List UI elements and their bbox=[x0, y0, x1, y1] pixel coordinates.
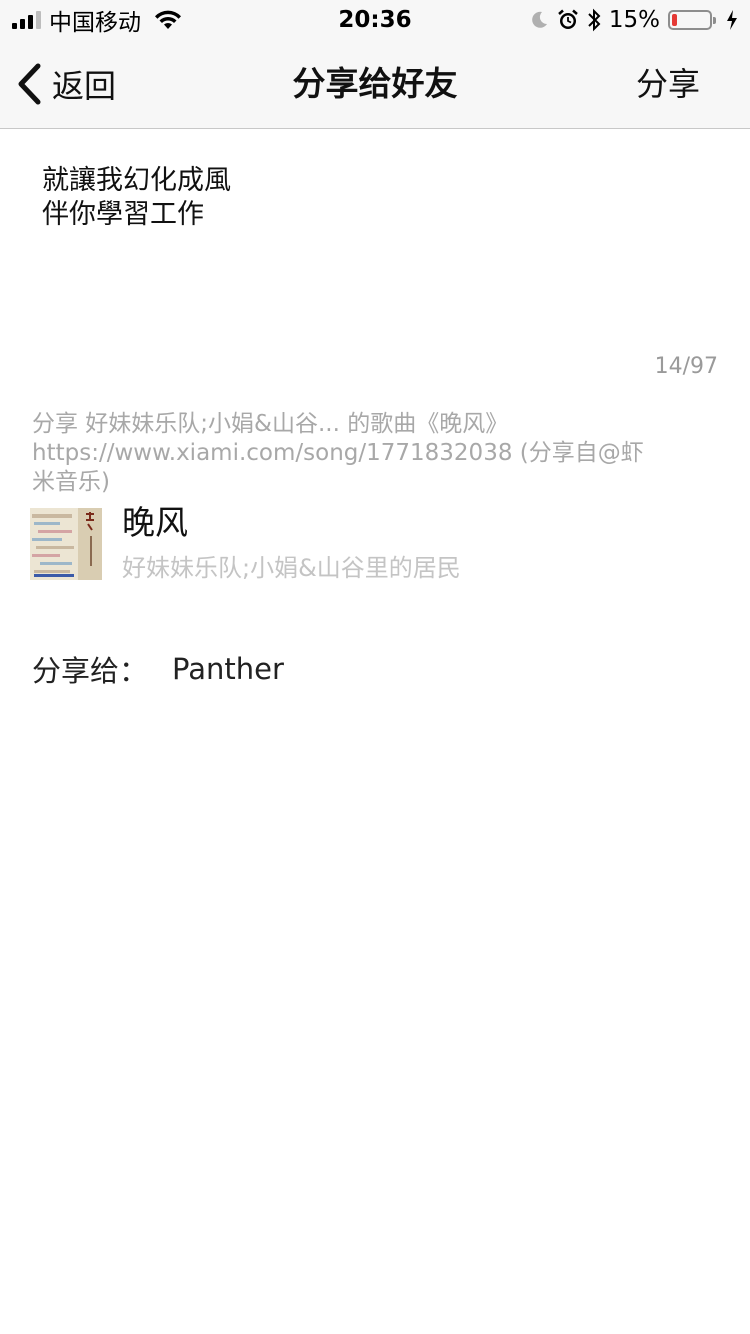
alarm-icon bbox=[558, 9, 578, 29]
battery-percent: 15% bbox=[608, 7, 660, 33]
song-card[interactable]: 晚风 好妹妹乐队;小娟&山谷里的居民 bbox=[30, 496, 720, 582]
share-description: 分享 好妹妹乐队;小娟&山谷... 的歌曲《晚风》https://www.xia… bbox=[32, 411, 644, 495]
recipient-row: 分享给： Panther bbox=[32, 648, 284, 690]
moon-icon bbox=[532, 11, 547, 28]
album-cover-image bbox=[30, 508, 102, 580]
share-button[interactable]: 分享 bbox=[636, 40, 700, 128]
song-artist: 好妹妹乐队;小娟&山谷里的居民 bbox=[122, 554, 461, 582]
recipient-name: Panther bbox=[172, 652, 284, 686]
character-count: 14/97 bbox=[654, 354, 718, 379]
bluetooth-icon bbox=[588, 8, 601, 32]
back-button[interactable]: 返回 bbox=[16, 40, 116, 128]
battery-level-fill bbox=[672, 14, 677, 26]
song-title: 晚风 bbox=[122, 503, 188, 542]
message-input[interactable]: 就讓我幻化成風 伴你學習工作 bbox=[42, 164, 702, 344]
status-right: 15% bbox=[529, 6, 738, 34]
chevron-left-icon bbox=[18, 63, 41, 105]
status-bar: 中国移动 20:36 15% bbox=[0, 0, 750, 40]
recipient-label: 分享给： bbox=[32, 654, 149, 688]
navigation-bar: 返回 分享给好友 分享 bbox=[0, 40, 750, 129]
battery-icon bbox=[668, 10, 716, 30]
share-to-friend-screen: 中国移动 20:36 15% 返回 分享给好友 分享 就讓我幻化成風 伴你學習工… bbox=[0, 0, 750, 1334]
charging-icon bbox=[727, 10, 737, 30]
back-label: 返回 bbox=[52, 67, 117, 105]
